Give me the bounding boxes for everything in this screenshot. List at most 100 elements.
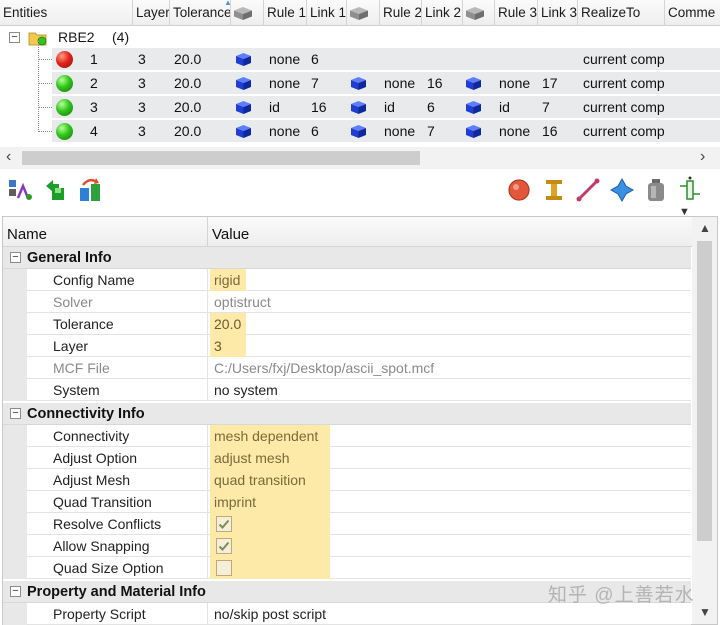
col-header-comment[interactable]: Comme (665, 0, 720, 26)
cell-tolerance[interactable]: 20.0 (174, 96, 201, 119)
prop-row-mcf-file[interactable]: MCF File C:/Users/fxj/Desktop/ascii_spot… (3, 357, 691, 379)
prop-row-resolve-conflicts[interactable]: Resolve Conflicts (3, 513, 691, 535)
scrollbar-thumb[interactable] (697, 241, 712, 541)
col-header-rule3[interactable]: Rule 3 (495, 0, 538, 26)
cell-rule2[interactable]: none (384, 120, 415, 143)
scroll-left-icon[interactable]: ‹ (6, 148, 11, 166)
prop-value-layer[interactable]: 3 (210, 335, 246, 357)
cell-link3[interactable]: 7 (542, 96, 550, 119)
bolt-icon[interactable] (540, 176, 568, 204)
category-connectivity-info[interactable]: − Connectivity Info (3, 403, 691, 425)
cell-rule3[interactable]: none (499, 120, 530, 143)
prop-row-connectivity[interactable]: Connectivity mesh dependent (3, 425, 691, 447)
prop-value-property-script[interactable]: no/skip post script (210, 603, 326, 625)
unrealize-icon[interactable] (42, 176, 70, 204)
entity-row-3[interactable]: 3 3 20.0 id 16 id 6 id 7 current comp (52, 96, 720, 119)
col-header-rule1[interactable]: Rule 1 (264, 0, 307, 26)
cell-rule2[interactable]: none (384, 72, 415, 95)
cell-layer[interactable]: 3 (138, 48, 146, 71)
cell-link3[interactable]: 16 (542, 120, 558, 143)
vertical-scrollbar[interactable]: ▲ ▼ (692, 217, 717, 624)
cell-link3[interactable]: 17 (542, 72, 558, 95)
quad-size-option-checkbox[interactable] (216, 560, 232, 576)
cell-link2[interactable]: 7 (427, 120, 435, 143)
prop-row-quad-size-option[interactable]: Quad Size Option (3, 557, 691, 579)
col-header-cube-2[interactable] (347, 0, 380, 26)
resolve-conflicts-checkbox[interactable] (216, 516, 232, 532)
prop-value-system[interactable]: no system (210, 379, 278, 401)
entity-row-2[interactable]: 2 3 20.0 none 7 none 16 none 17 current comp (52, 72, 720, 95)
prop-row-config-name[interactable]: Config Name rigid (3, 269, 691, 291)
cell-tolerance[interactable]: 20.0 (174, 120, 201, 143)
cell-link2[interactable]: 16 (427, 72, 443, 95)
col-header-value[interactable]: Value (212, 217, 249, 247)
scrollbar-thumb[interactable] (22, 151, 420, 165)
cell-tolerance[interactable]: 20.0 (174, 48, 201, 71)
cell-rule1[interactable]: id (269, 96, 280, 119)
cell-tolerance[interactable]: 20.0 (174, 72, 201, 95)
prop-value-tolerance[interactable]: 20.0 (210, 313, 246, 335)
prop-value-quad-transition[interactable]: imprint (210, 491, 330, 513)
cell-realize-to[interactable]: current comp (583, 120, 665, 143)
col-header-name[interactable]: Name (7, 217, 47, 247)
col-header-link1[interactable]: Link 1 (307, 0, 347, 26)
col-header-entities[interactable]: Entities (0, 0, 133, 26)
cell-realize-to[interactable]: current comp (583, 96, 665, 119)
cell-rule3[interactable]: none (499, 72, 530, 95)
col-header-cube-1[interactable] (231, 0, 264, 26)
cell-link1[interactable]: 6 (311, 120, 319, 143)
prop-value-adjust-option[interactable]: adjust mesh (210, 447, 330, 469)
scroll-down-icon[interactable]: ▼ (699, 605, 711, 619)
collapse-toggle[interactable]: − (9, 32, 20, 43)
area-icon[interactable] (608, 176, 636, 204)
spot-icon[interactable] (505, 176, 533, 204)
entity-row-1[interactable]: 1 3 20.0 none 6 current comp (52, 48, 720, 71)
cell-rule1[interactable]: none (269, 120, 300, 143)
col-header-layer[interactable]: Layer (133, 0, 170, 26)
entity-row-4[interactable]: 4 3 20.0 none 6 none 7 none 16 current comp (52, 120, 720, 143)
cell-layer[interactable]: 3 (138, 72, 146, 95)
category-general-info[interactable]: − General Info (3, 247, 691, 269)
col-header-rule2[interactable]: Rule 2 (380, 0, 422, 26)
allow-snapping-checkbox[interactable] (216, 538, 232, 554)
col-header-tolerance[interactable]: ▲Tolerance (170, 0, 231, 26)
prop-row-adjust-option[interactable]: Adjust Option adjust mesh (3, 447, 691, 469)
prop-value-adjust-mesh[interactable]: quad transition (210, 469, 330, 491)
prop-row-system[interactable]: System no system (3, 379, 691, 401)
prop-value-connectivity[interactable]: mesh dependent (210, 425, 330, 447)
horizontal-scrollbar[interactable]: ‹ › (0, 147, 720, 169)
cell-link1[interactable]: 16 (311, 96, 327, 119)
scroll-up-icon[interactable]: ▲ (699, 221, 711, 235)
scroll-right-icon[interactable]: › (700, 148, 705, 166)
cell-layer[interactable]: 3 (138, 120, 146, 143)
seam-icon[interactable] (574, 176, 602, 204)
cell-link1[interactable]: 7 (311, 72, 319, 95)
prop-row-tolerance[interactable]: Tolerance 20.0 (3, 313, 691, 335)
header-divider[interactable] (207, 217, 208, 247)
col-header-cube-3[interactable] (463, 0, 495, 26)
prop-row-allow-snapping[interactable]: Allow Snapping (3, 535, 691, 557)
cell-realize-to[interactable]: current comp (583, 72, 665, 95)
cell-rule1[interactable]: none (269, 48, 300, 71)
col-header-realize-to[interactable]: RealizeTo (578, 0, 665, 26)
cell-link2[interactable]: 6 (427, 96, 435, 119)
realize-icon[interactable] (6, 176, 34, 204)
cell-realize-to[interactable]: current comp (583, 48, 665, 71)
apply-mass-icon[interactable] (642, 176, 670, 204)
connector-options-icon[interactable] (676, 176, 704, 204)
prop-value-config-name[interactable]: rigid (210, 269, 246, 291)
collapse-toggle[interactable]: − (10, 408, 21, 419)
collapse-toggle[interactable]: − (10, 252, 21, 263)
prop-row-solver[interactable]: Solver optistruct (3, 291, 691, 313)
prop-row-layer[interactable]: Layer 3 (3, 335, 691, 357)
col-header-link3[interactable]: Link 3 (538, 0, 578, 26)
cell-rule3[interactable]: id (499, 96, 510, 119)
group-row-rbe2[interactable]: − RBE2 (4) (0, 26, 720, 49)
prop-row-adjust-mesh[interactable]: Adjust Mesh quad transition (3, 469, 691, 491)
prop-row-quad-transition[interactable]: Quad Transition imprint (3, 491, 691, 513)
cell-link1[interactable]: 6 (311, 48, 319, 71)
reset-icon[interactable] (77, 176, 105, 204)
cell-layer[interactable]: 3 (138, 96, 146, 119)
cell-rule1[interactable]: none (269, 72, 300, 95)
cell-rule2[interactable]: id (384, 96, 395, 119)
